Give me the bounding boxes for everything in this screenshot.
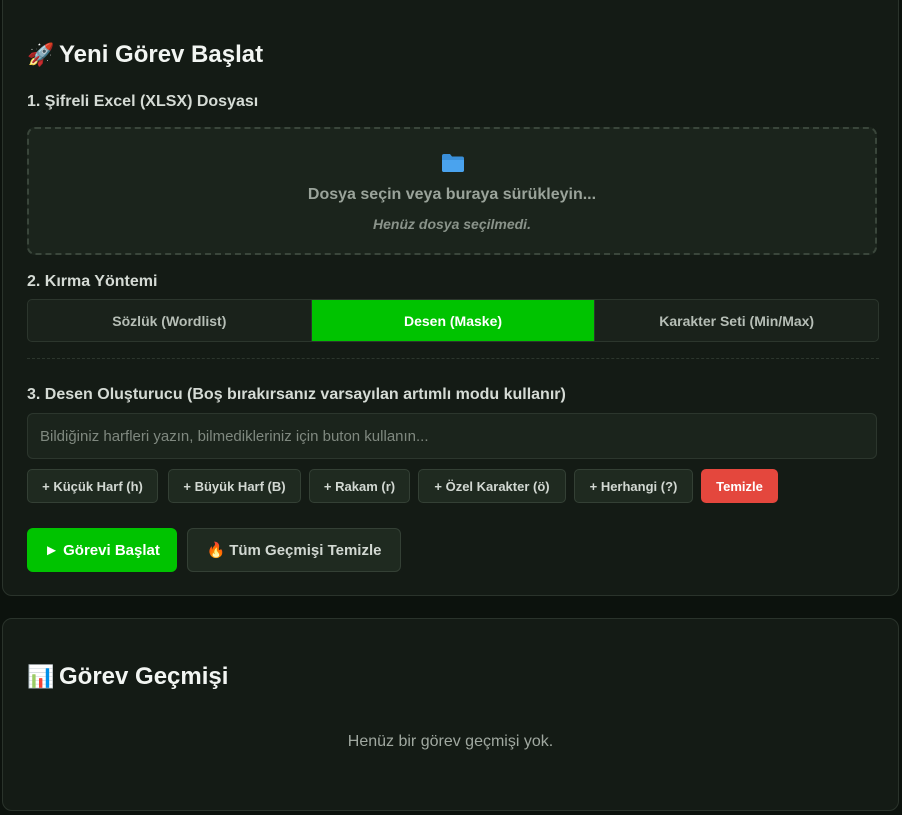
method-option-charset[interactable]: Karakter Seti (Min/Max) (595, 300, 878, 341)
task-history-card: 📊 Görev Geçmişi Henüz bir görev geçmişi … (2, 618, 899, 811)
start-task-button[interactable]: ► Görevi Başlat (27, 528, 177, 572)
new-task-title: 🚀 Yeni Görev Başlat (27, 41, 263, 69)
file-status: Henüz dosya seçilmedi. (373, 216, 531, 232)
rocket-icon: 🚀 (27, 42, 55, 67)
clear-history-button[interactable]: 🔥 Tüm Geçmişi Temizle (187, 528, 401, 572)
method-section-label: 2. Kırma Yöntemi (27, 273, 158, 290)
method-option-wordlist[interactable]: Sözlük (Wordlist) (28, 300, 312, 341)
history-title-text: Görev Geçmişi (59, 663, 229, 690)
section-divider (27, 358, 879, 359)
history-title: 📊 Görev Geçmişi (27, 663, 228, 691)
method-option-mask[interactable]: Desen (Maske) (311, 300, 596, 341)
new-task-card: 🚀 Yeni Görev Başlat 1. Şifreli Excel (XL… (2, 0, 899, 596)
mask-section-label: 3. Desen Oluşturucu (Boş bırakırsanız va… (27, 386, 566, 403)
file-section-label: 1. Şifreli Excel (XLSX) Dosyası (27, 93, 259, 110)
bar-chart-icon: 📊 (27, 664, 55, 689)
folder-icon (442, 154, 464, 172)
dropzone-prompt: Dosya seçin veya buraya sürükleyin... (307, 186, 597, 203)
clear-mask-button[interactable]: Temizle (701, 469, 778, 503)
mask-input[interactable] (27, 413, 877, 459)
new-task-title-text: Yeni Görev Başlat (59, 41, 264, 68)
add-any-char-button[interactable]: + Herhangi (?) (574, 469, 693, 503)
add-special-char-button[interactable]: + Özel Karakter (ö) (418, 469, 566, 503)
clear-history-label: Tüm Geçmişi Temizle (229, 541, 382, 559)
file-dropzone[interactable]: Dosya seçin veya buraya sürükleyin... He… (27, 127, 877, 255)
fire-icon: 🔥 (206, 542, 226, 559)
add-digit-button[interactable]: + Rakam (r) (309, 469, 410, 503)
add-uppercase-button[interactable]: + Büyük Harf (B) (168, 469, 301, 503)
history-empty-text: Henüz bir görev geçmişi yok. (347, 733, 554, 750)
add-lowercase-button[interactable]: + Küçük Harf (h) (27, 469, 158, 503)
method-selector: Sözlük (Wordlist) Desen (Maske) Karakter… (27, 299, 879, 342)
